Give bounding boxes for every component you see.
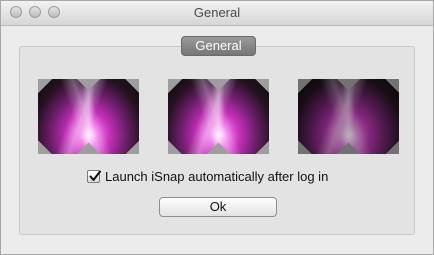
preview-image-1: [38, 79, 139, 154]
launch-at-login-checkbox[interactable]: [87, 169, 101, 183]
preview-image-2: [168, 79, 269, 154]
general-window: General General Launch iSnap automatical…: [0, 0, 434, 255]
window-title: General: [193, 5, 241, 20]
group-tab-general: General: [181, 36, 256, 56]
checkmark-icon: [89, 170, 101, 181]
launch-at-login-option[interactable]: Launch iSnap automatically after log in: [87, 168, 328, 184]
launch-at-login-label[interactable]: Launch iSnap automatically after log in: [105, 169, 328, 184]
ok-button[interactable]: Ok: [159, 197, 277, 217]
preview-image-3: [298, 79, 399, 154]
title-bar[interactable]: General: [1, 1, 433, 26]
